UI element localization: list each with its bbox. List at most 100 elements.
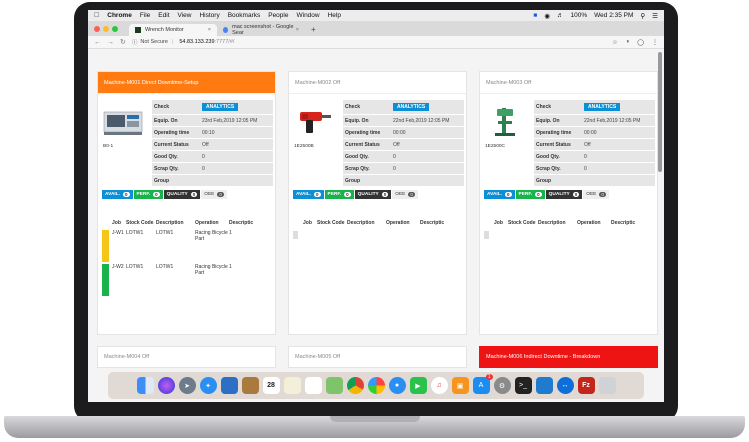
- col-header: Description: [347, 220, 375, 226]
- minimize-window-button[interactable]: [103, 25, 109, 32]
- oee-badge[interactable]: OEE 0: [392, 190, 418, 199]
- info-value: 0: [202, 165, 205, 172]
- close-icon[interactable]: ×: [208, 27, 211, 33]
- messages-icon[interactable]: ●: [388, 377, 406, 394]
- menu-history[interactable]: History: [199, 12, 219, 19]
- preferences-icon[interactable]: ⚙: [493, 377, 511, 394]
- forward-icon[interactable]: →: [107, 39, 114, 46]
- music-icon[interactable]: ♫: [430, 377, 448, 394]
- profile-icon[interactable]: ◯: [637, 39, 644, 46]
- calendar-day: 28: [267, 382, 275, 389]
- menu-file[interactable]: File: [140, 12, 150, 19]
- url-host: 54.83.133.239: [179, 39, 215, 45]
- machine-info-table: Check ANALYTICS Equip. On 22nd Feb,2019 12…: [343, 100, 464, 187]
- page-scrollbar[interactable]: [658, 52, 662, 172]
- perf-badge[interactable]: PERF. 0: [324, 190, 354, 199]
- col-header: Stock Code: [508, 220, 536, 226]
- reminders-icon[interactable]: [304, 377, 322, 394]
- quality-badge[interactable]: QUALITY 0: [545, 190, 583, 199]
- avail-badge[interactable]: AVAIL. 0: [293, 190, 324, 199]
- battery-label[interactable]: 100%: [571, 12, 588, 19]
- job-status-bar: [102, 230, 109, 262]
- machine-card-header[interactable]: Machine-M002 Off: [289, 72, 466, 94]
- appstore-icon[interactable]: A1: [472, 374, 493, 394]
- menu-people[interactable]: People: [268, 12, 288, 19]
- perf-badge[interactable]: PERF. 0: [515, 190, 545, 199]
- menu-view[interactable]: View: [178, 12, 192, 19]
- teamviewer-status-icon[interactable]: ■: [533, 12, 537, 19]
- chrome-icon[interactable]: [346, 377, 364, 394]
- machine-card-header[interactable]: Machine-M003 Off: [480, 72, 657, 94]
- avail-badge[interactable]: AVAIL. 0: [102, 190, 133, 199]
- col-header: Descriptic: [229, 220, 254, 226]
- jobs-table-header: Job Stock Code Description Operation Des…: [484, 218, 656, 228]
- machine-card-header[interactable]: Machine-M001 Direct Downtime-Setup: [98, 72, 275, 94]
- perf-badge[interactable]: PERF. 0: [133, 190, 163, 199]
- tab-wrench-monitor[interactable]: Wrench Monitor ×: [129, 24, 217, 36]
- photos2-icon[interactable]: [367, 377, 385, 394]
- menu-list-icon[interactable]: ☰: [652, 12, 658, 20]
- menu-bookmarks[interactable]: Bookmarks: [228, 12, 261, 19]
- machine-card-m004[interactable]: Machine-M004 Off: [97, 346, 276, 368]
- quality-badge[interactable]: QUALITY 0: [163, 190, 201, 199]
- safari-icon[interactable]: ✦: [199, 377, 217, 394]
- filezilla-icon[interactable]: Fz: [577, 377, 595, 394]
- books-icon[interactable]: ▣: [451, 377, 469, 394]
- analytics-button[interactable]: ANALYTICS: [584, 103, 621, 111]
- back-icon[interactable]: ←: [94, 39, 101, 46]
- volume-icon[interactable]: ♬: [557, 12, 564, 19]
- table-row[interactable]: J-W2 LOTW1 LOTW1 Racing Bicycle Part 1: [102, 264, 274, 296]
- url-field[interactable]: 54.83.133.239:7777/#/: [179, 39, 234, 45]
- menu-help[interactable]: Help: [328, 12, 341, 19]
- calendar-icon[interactable]: 28: [262, 377, 280, 394]
- search-icon[interactable]: ⚲: [640, 12, 645, 20]
- machine-card-m005[interactable]: Machine-M005 Off: [288, 346, 467, 368]
- machine-card-m006[interactable]: Machine-M006 Indirect Downtime - Breakdo…: [479, 346, 658, 368]
- col-header: Description: [156, 220, 184, 226]
- teamviewer-icon[interactable]: ↔: [556, 377, 574, 394]
- wifi-icon[interactable]: ◉: [544, 12, 550, 20]
- star-icon[interactable]: ☆: [612, 39, 617, 46]
- maximize-window-button[interactable]: [112, 25, 118, 32]
- google-icon: [223, 27, 229, 33]
- mac-menubar:  Chrome File Edit View History Bookmark…: [88, 10, 664, 21]
- table-row[interactable]: J-W1 LOTW1 LOTW1 Racing Bicycle Part 1: [102, 230, 274, 262]
- more-menu-icon[interactable]: ⋮: [652, 39, 658, 46]
- facetime-icon[interactable]: ▶: [409, 377, 427, 394]
- extension-icon[interactable]: ◑: [626, 39, 630, 46]
- launchpad-icon[interactable]: ➤: [178, 377, 196, 394]
- oee-badge[interactable]: OEE 0: [201, 190, 227, 199]
- notes-icon[interactable]: [241, 377, 259, 394]
- drill-press-image: [495, 108, 515, 136]
- info-icon[interactable]: ⓘ: [132, 38, 138, 46]
- trash-icon[interactable]: [598, 377, 616, 394]
- machine-label: 1E2500C: [485, 144, 506, 149]
- vscode-icon[interactable]: [535, 377, 553, 394]
- menu-app-name[interactable]: Chrome: [107, 12, 132, 19]
- reload-icon[interactable]: ↻: [120, 38, 126, 46]
- avail-badge[interactable]: AVAIL. 0: [484, 190, 515, 199]
- terminal-icon[interactable]: >_: [514, 377, 532, 394]
- new-tab-button[interactable]: +: [311, 25, 316, 34]
- machine-card-m002: Machine-M002 Off 1E2500B Check ANALYTICS …: [288, 71, 467, 335]
- oee-badge[interactable]: OEE 0: [583, 190, 609, 199]
- finder-icon[interactable]: [136, 377, 154, 394]
- table-scroll-handle[interactable]: [484, 231, 489, 239]
- photos-icon[interactable]: [220, 377, 238, 394]
- maps-icon[interactable]: [325, 377, 343, 394]
- siri-icon[interactable]: [157, 377, 175, 394]
- apple-icon[interactable]: : [94, 12, 99, 19]
- table-scroll-handle[interactable]: [293, 231, 298, 239]
- stickies-icon[interactable]: [283, 377, 301, 394]
- menu-window[interactable]: Window: [296, 12, 319, 19]
- analytics-button[interactable]: ANALYTICS: [202, 103, 239, 111]
- close-window-button[interactable]: [94, 25, 100, 32]
- menu-edit[interactable]: Edit: [158, 12, 169, 19]
- quality-badge[interactable]: QUALITY 0: [354, 190, 392, 199]
- close-icon[interactable]: ×: [296, 27, 299, 33]
- mac-dock: ➤ ✦ 28 ● ▶ ♫ ▣ A1 ⚙ >_ ↔ Fz: [108, 372, 644, 399]
- analytics-button[interactable]: ANALYTICS: [393, 103, 430, 111]
- tab-google-search[interactable]: mac screenshot - Google Sear ×: [217, 24, 305, 36]
- security-label[interactable]: Not Secure: [140, 39, 168, 45]
- clock[interactable]: Wed 2:35 PM: [594, 12, 633, 19]
